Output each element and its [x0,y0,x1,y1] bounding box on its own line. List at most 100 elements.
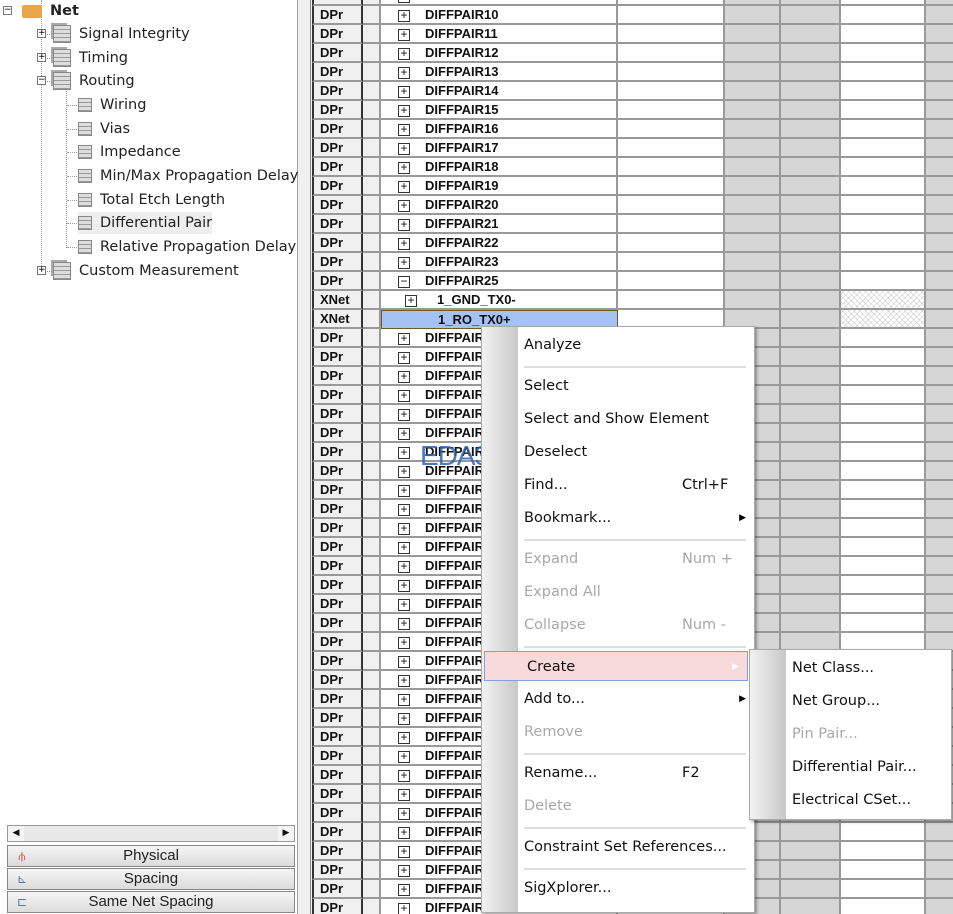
menu-item-deselect[interactable]: Deselect [482,437,754,467]
menu-item-analyze[interactable]: Analyze [482,330,754,360]
collapse-icon[interactable]: − [3,6,12,15]
tree-item[interactable]: Custom Measurement [53,260,239,282]
tree-root-net[interactable]: Net [22,0,79,22]
table-row[interactable]: DPr + DIFFPAIR19 [312,177,953,196]
object-name-cell[interactable]: − DIFFPAIR25 [381,272,618,291]
object-name-cell[interactable]: +1_GND_TX0- [381,291,618,310]
object-name-cell[interactable]: + DIFFPAIR22 [381,234,618,253]
expand-icon[interactable]: + [398,750,410,763]
expand-icon[interactable]: + [398,180,410,193]
expand-icon[interactable]: + [398,161,410,174]
table-row[interactable]: DPr + DIFFPAIR21 [312,215,953,234]
tree-item[interactable]: Timing [53,47,128,69]
expand-icon[interactable]: + [398,617,410,630]
menu-item-select[interactable]: Select [482,371,754,401]
expand-icon[interactable]: + [37,266,46,275]
expand-icon[interactable]: + [398,560,410,573]
expand-icon[interactable]: + [398,142,410,155]
menu-item-constraint-set-references[interactable]: Constraint Set References... [482,832,754,862]
expand-icon[interactable]: + [398,104,410,117]
table-row[interactable]: DPr + DIFFPAIR11 [312,25,953,44]
table-row[interactable]: DPr + DIFFPAIR13 [312,63,953,82]
expand-icon[interactable]: + [398,598,410,611]
expand-icon[interactable]: + [398,237,410,250]
tree-item[interactable]: Impedance [78,141,181,163]
expand-icon[interactable]: + [398,769,410,782]
object-name-cell[interactable]: + DIFFPAIR13 [381,63,618,82]
tree-item[interactable]: Total Etch Length [78,189,225,211]
menu-item-bookmark[interactable]: Bookmark... ▶ [482,503,754,533]
expand-icon[interactable]: + [398,85,410,98]
table-row[interactable]: XNet +1_GND_TX0- [312,291,953,310]
tree-item[interactable]: Signal Integrity [53,23,190,45]
object-name-cell[interactable]: + DIFFPAIR19 [381,177,618,196]
collapse-icon[interactable]: − [398,275,410,288]
object-name-cell[interactable]: + DIFFPAIR10 [381,6,618,25]
expand-icon[interactable]: + [398,446,410,459]
expand-icon[interactable]: + [398,465,410,478]
expand-icon[interactable]: + [398,218,410,231]
expand-icon[interactable]: + [398,123,410,136]
expand-icon[interactable]: + [398,389,410,402]
expand-icon[interactable]: + [398,636,410,649]
splitter[interactable] [298,0,311,914]
object-name-cell[interactable]: + DIFFPAIR20 [381,196,618,215]
expand-icon[interactable]: + [37,29,46,38]
menu-item-electrical-cset[interactable]: Electrical CSet... [750,785,951,815]
expand-icon[interactable]: + [398,408,410,421]
expand-icon[interactable]: + [398,332,410,345]
expand-icon[interactable]: + [37,53,46,62]
expand-icon[interactable]: + [398,674,410,687]
object-name-cell[interactable]: + DIFFPAIR21 [381,215,618,234]
expand-icon[interactable]: + [405,294,417,307]
expand-icon[interactable]: + [398,199,410,212]
menu-item-net-group[interactable]: Net Group... [750,686,951,716]
object-name-cell[interactable]: + DIFFPAIR17 [381,139,618,158]
table-row[interactable]: DPr + DIFFPAIR16 [312,120,953,139]
expand-icon[interactable]: + [398,427,410,440]
tree-item[interactable]: Min/Max Propagation Delay [78,165,298,187]
tree-item[interactable]: Vias [78,118,130,140]
tree-item[interactable]: Wiring [78,94,146,116]
menu-item-sigxplorer[interactable]: SigXplorer... [482,873,754,903]
menu-item-rename[interactable]: Rename... F2 [482,758,754,788]
table-row[interactable]: DPr + DIFFPAIR15 [312,101,953,120]
expand-icon[interactable]: + [398,47,410,60]
expand-icon[interactable]: + [398,712,410,725]
collapse-icon[interactable]: − [37,76,46,85]
object-name-cell[interactable]: + DIFFPAIR16 [381,120,618,139]
expand-icon[interactable]: + [398,693,410,706]
expand-icon[interactable]: + [398,66,410,79]
same-net-spacing-workbook-button[interactable]: ⊏ Same Net Spacing [7,891,295,913]
expand-icon[interactable]: + [398,902,410,914]
table-row[interactable]: DPr + DIFFPAIR20 [312,196,953,215]
object-name-cell[interactable]: + DIFFPAIR15 [381,101,618,120]
expand-icon[interactable]: + [398,484,410,497]
horizontal-scrollbar[interactable]: ◀ ▶ [7,825,295,842]
spacing-workbook-button[interactable]: ⊾ Spacing [7,868,295,890]
expand-icon[interactable]: + [398,655,410,668]
table-row[interactable]: DPr + DIFFPAIR18 [312,158,953,177]
expand-icon[interactable]: + [398,807,410,820]
physical-workbook-button[interactable]: ⫛ Physical [7,845,295,867]
expand-icon[interactable]: + [398,579,410,592]
object-name-cell[interactable]: + DIFFPAIR12 [381,44,618,63]
tree-item[interactable]: Relative Propagation Delay [78,236,296,258]
expand-icon[interactable]: + [398,0,410,3]
menu-item-create[interactable]: Create ▶ [484,651,748,681]
table-row[interactable]: DPr − DIFFPAIR25 [312,272,953,291]
expand-icon[interactable]: + [398,845,410,858]
expand-icon[interactable]: + [398,351,410,364]
menu-item-add-to[interactable]: Add to... ▶ [482,684,754,714]
expand-icon[interactable]: + [398,9,410,22]
expand-icon[interactable]: + [398,522,410,535]
expand-icon[interactable]: + [398,864,410,877]
table-row[interactable]: DPr + DIFFPAIR17 [312,139,953,158]
expand-icon[interactable]: + [398,541,410,554]
scroll-right-button[interactable]: ▶ [278,826,294,841]
object-name-cell[interactable]: + DIFFPAIR11 [381,25,618,44]
expand-icon[interactable]: + [398,883,410,896]
table-row[interactable]: DPr + DIFFPAIR12 [312,44,953,63]
table-row[interactable]: DPr + DIFFPAIR22 [312,234,953,253]
menu-item-differential-pair[interactable]: Differential Pair... [750,752,951,782]
